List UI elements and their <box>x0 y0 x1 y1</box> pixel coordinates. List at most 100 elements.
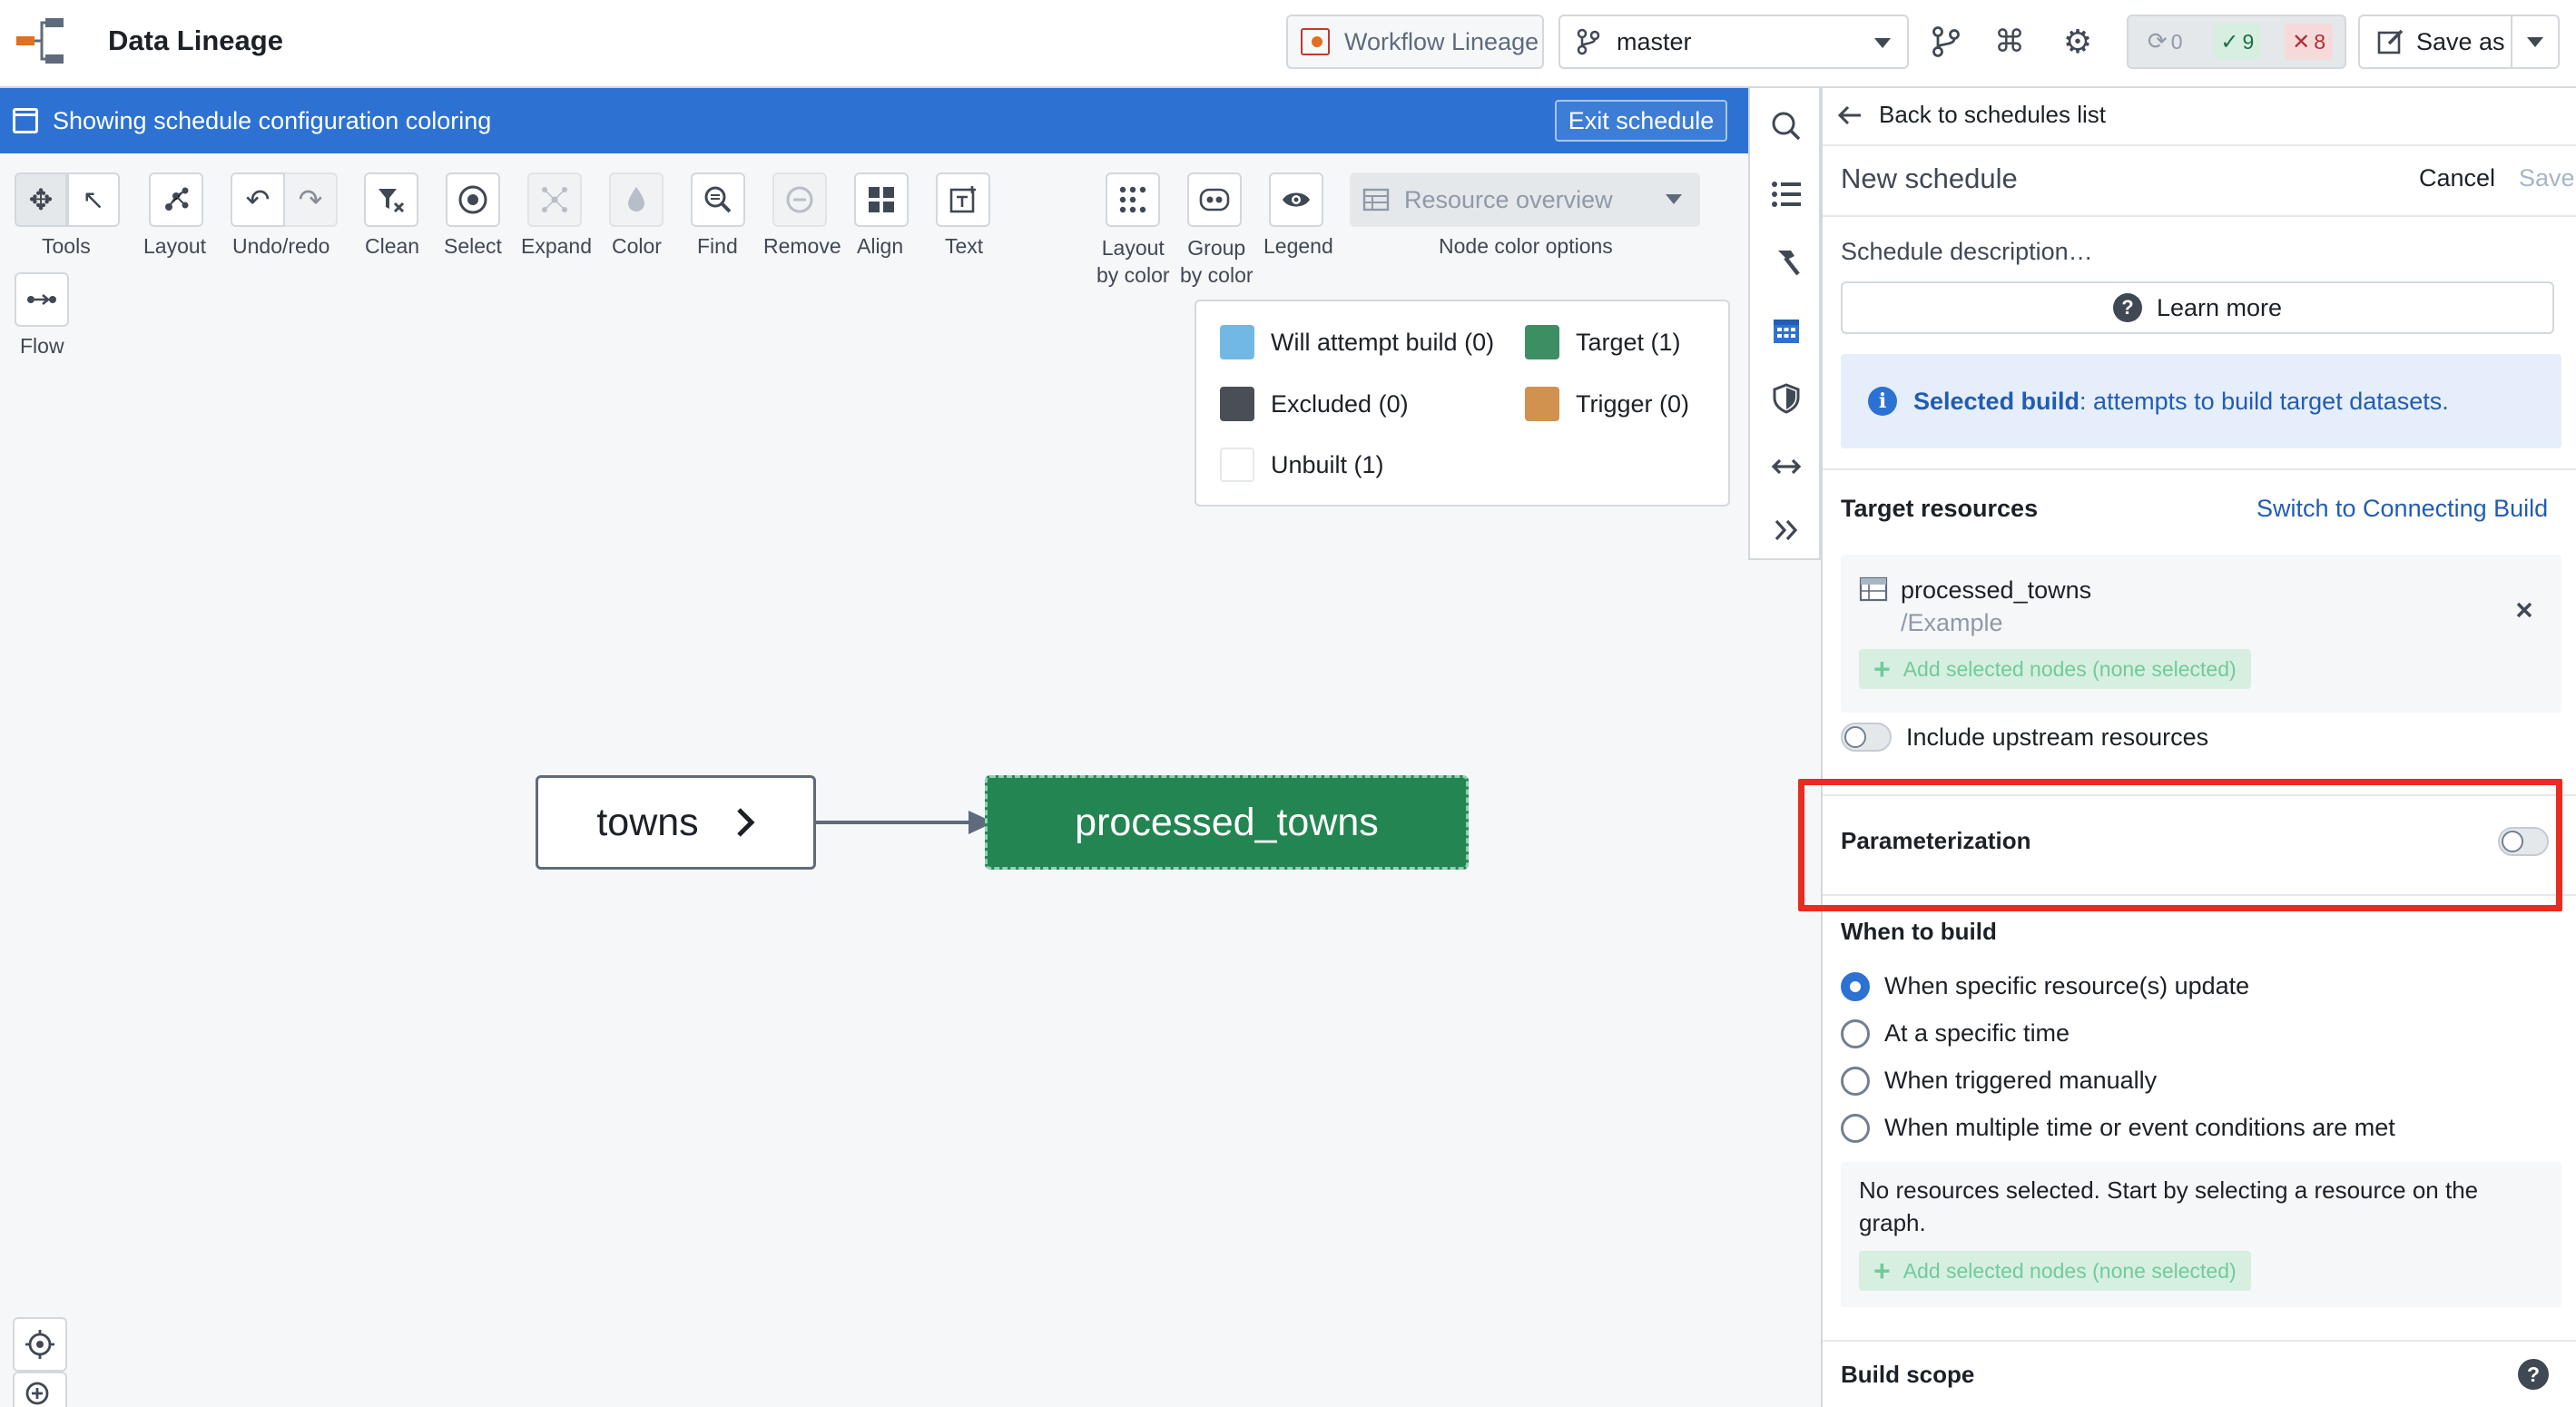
rail-search-button[interactable] <box>1766 106 1806 146</box>
legend-item: Will attempt build (0) <box>1220 325 1494 359</box>
legend-label: Legend <box>1263 234 1333 258</box>
group-by-color-button[interactable] <box>1187 172 1242 227</box>
branch-name: master <box>1617 27 1692 55</box>
cancel-button[interactable]: Cancel <box>2419 164 2495 192</box>
text-button[interactable] <box>936 172 990 227</box>
add-selected-nodes-button[interactable]: + Add selected nodes (none selected) <box>1859 649 2251 689</box>
failed-builds-count[interactable]: ✕ 8 <box>2285 24 2334 60</box>
find-label: Find <box>697 234 738 258</box>
remove-button[interactable] <box>772 172 827 227</box>
recenter-button[interactable] <box>13 1317 67 1372</box>
layout-by-color-button[interactable] <box>1106 172 1160 227</box>
clean-button[interactable] <box>364 172 418 227</box>
add-text-icon <box>949 186 976 213</box>
help-icon[interactable]: ? <box>2518 1359 2549 1390</box>
save-options-dropdown[interactable] <box>2512 15 2560 69</box>
chevron-down-icon <box>1874 38 1891 48</box>
rail-schedule-button[interactable] <box>1766 310 1806 350</box>
branches-button[interactable] <box>1926 20 1966 64</box>
selected-build-callout: i Selected build : attempts to build tar… <box>1841 354 2561 448</box>
divider <box>1823 1340 2576 1342</box>
data-lineage-logo-icon <box>16 18 64 64</box>
layout-button[interactable] <box>149 172 203 227</box>
close-icon[interactable] <box>2514 600 2534 620</box>
radio-label: When triggered manually <box>1884 1067 2158 1094</box>
divider <box>1823 215 2576 217</box>
layout-by-color-label: Layout by color <box>1096 234 1170 289</box>
include-upstream-toggle[interactable] <box>1841 723 1892 752</box>
radio-specific-time[interactable] <box>1841 1019 1870 1048</box>
switch-to-connecting-build-link[interactable]: Switch to Connecting Build <box>2256 495 2548 523</box>
group-by-color-label: Group by color <box>1180 234 1254 289</box>
rail-security-button[interactable] <box>1766 379 1806 418</box>
zoom-in-icon <box>25 1382 49 1405</box>
plus-icon: + <box>1873 1254 1891 1287</box>
node-label: towns <box>596 800 699 844</box>
pending-builds-count[interactable]: ⟳ 0 <box>2140 23 2190 61</box>
command-icon: ⌘ <box>1994 24 2025 60</box>
pan-tool-button[interactable]: ✥ <box>15 172 67 227</box>
zoom-search-icon <box>704 186 732 213</box>
chevron-right-icon[interactable] <box>735 806 755 839</box>
graph-node-processed-towns[interactable]: processed_towns <box>985 775 1469 870</box>
learn-more-button[interactable]: ? Learn more <box>1841 281 2554 334</box>
back-to-schedules-link[interactable]: Back to schedules list <box>1837 101 2106 129</box>
select-button[interactable] <box>446 172 500 227</box>
zoom-in-button[interactable] <box>13 1372 67 1407</box>
rail-build-button[interactable] <box>1766 242 1806 282</box>
hammer-icon <box>1778 251 1800 276</box>
align-button[interactable] <box>854 172 909 227</box>
calendar-icon <box>13 108 38 133</box>
save-as-button[interactable]: Save as <box>2358 15 2512 69</box>
schedule-description-input[interactable]: Schedule description… <box>1841 238 2093 266</box>
branch-select[interactable]: master <box>1558 15 1909 69</box>
target-resources-heading: Target resources <box>1841 495 2039 522</box>
rail-list-button[interactable] <box>1766 174 1806 214</box>
radio-multiple-conditions[interactable] <box>1841 1114 1870 1143</box>
dataset-table-icon <box>1859 576 1888 602</box>
successful-builds-count[interactable]: ✓ 9 <box>2213 24 2262 60</box>
rail-compare-button[interactable] <box>1766 447 1806 487</box>
legend-swatch-unbuilt <box>1220 448 1254 482</box>
git-merge-icon <box>1932 26 1960 57</box>
radio-resource-update[interactable] <box>1841 972 1870 1001</box>
legend-button[interactable] <box>1269 172 1323 227</box>
color-button[interactable] <box>609 172 664 227</box>
redo-button[interactable]: ↷ <box>283 172 338 227</box>
add-selected-nodes-button[interactable]: + Add selected nodes (none selected) <box>1859 1251 2251 1291</box>
exit-schedule-button[interactable]: Exit schedule <box>1555 100 1727 142</box>
node-color-select-value: Resource overview <box>1404 185 1613 213</box>
color-legend: Will attempt build (0) Target (1) Exclud… <box>1195 300 1730 507</box>
schedule-coloring-banner: Showing schedule configuration coloring … <box>0 88 1748 153</box>
build-status-group[interactable]: ⟳ 0 ✓ 9 ✕ 8 <box>2127 15 2346 69</box>
expand-button[interactable] <box>527 172 582 227</box>
node-label: processed_towns <box>1075 800 1379 844</box>
flow-icon <box>27 294 56 305</box>
top-header: Data Lineage Workflow Lineage master ⌘ ⚙… <box>0 0 2576 88</box>
find-button[interactable] <box>691 172 745 227</box>
command-button[interactable]: ⌘ <box>1990 20 2030 64</box>
save-button[interactable]: Save <box>2519 164 2575 192</box>
workflow-lineage-button[interactable]: Workflow Lineage <box>1286 15 1544 69</box>
move-icon: ✥ <box>28 182 54 217</box>
graph-node-towns[interactable]: towns <box>536 775 816 870</box>
node-color-select[interactable]: Resource overview <box>1350 172 1700 227</box>
legend-item: Target (1) <box>1525 325 1681 359</box>
when-to-build-heading: When to build <box>1841 918 1997 945</box>
settings-button[interactable]: ⚙ <box>2058 20 2098 64</box>
color-label: Color <box>612 234 662 258</box>
target-icon <box>458 185 487 214</box>
workflow-lineage-label: Workflow Lineage <box>1344 27 1539 55</box>
clean-label: Clean <box>365 234 420 258</box>
calendar-icon <box>1774 320 1799 343</box>
undo-button[interactable]: ↶ <box>231 172 285 227</box>
flow-button[interactable] <box>15 272 69 327</box>
select-tool-button[interactable]: ↖ <box>67 172 120 227</box>
legend-item-label: Excluded (0) <box>1271 389 1409 418</box>
legend-swatch-target <box>1525 325 1559 359</box>
flow-label: Flow <box>20 334 64 358</box>
radio-triggered-manually[interactable] <box>1841 1067 1870 1096</box>
chevron-down-icon <box>1666 194 1682 204</box>
remove-label: Remove <box>763 234 841 258</box>
rail-collapse-button[interactable] <box>1766 510 1806 550</box>
